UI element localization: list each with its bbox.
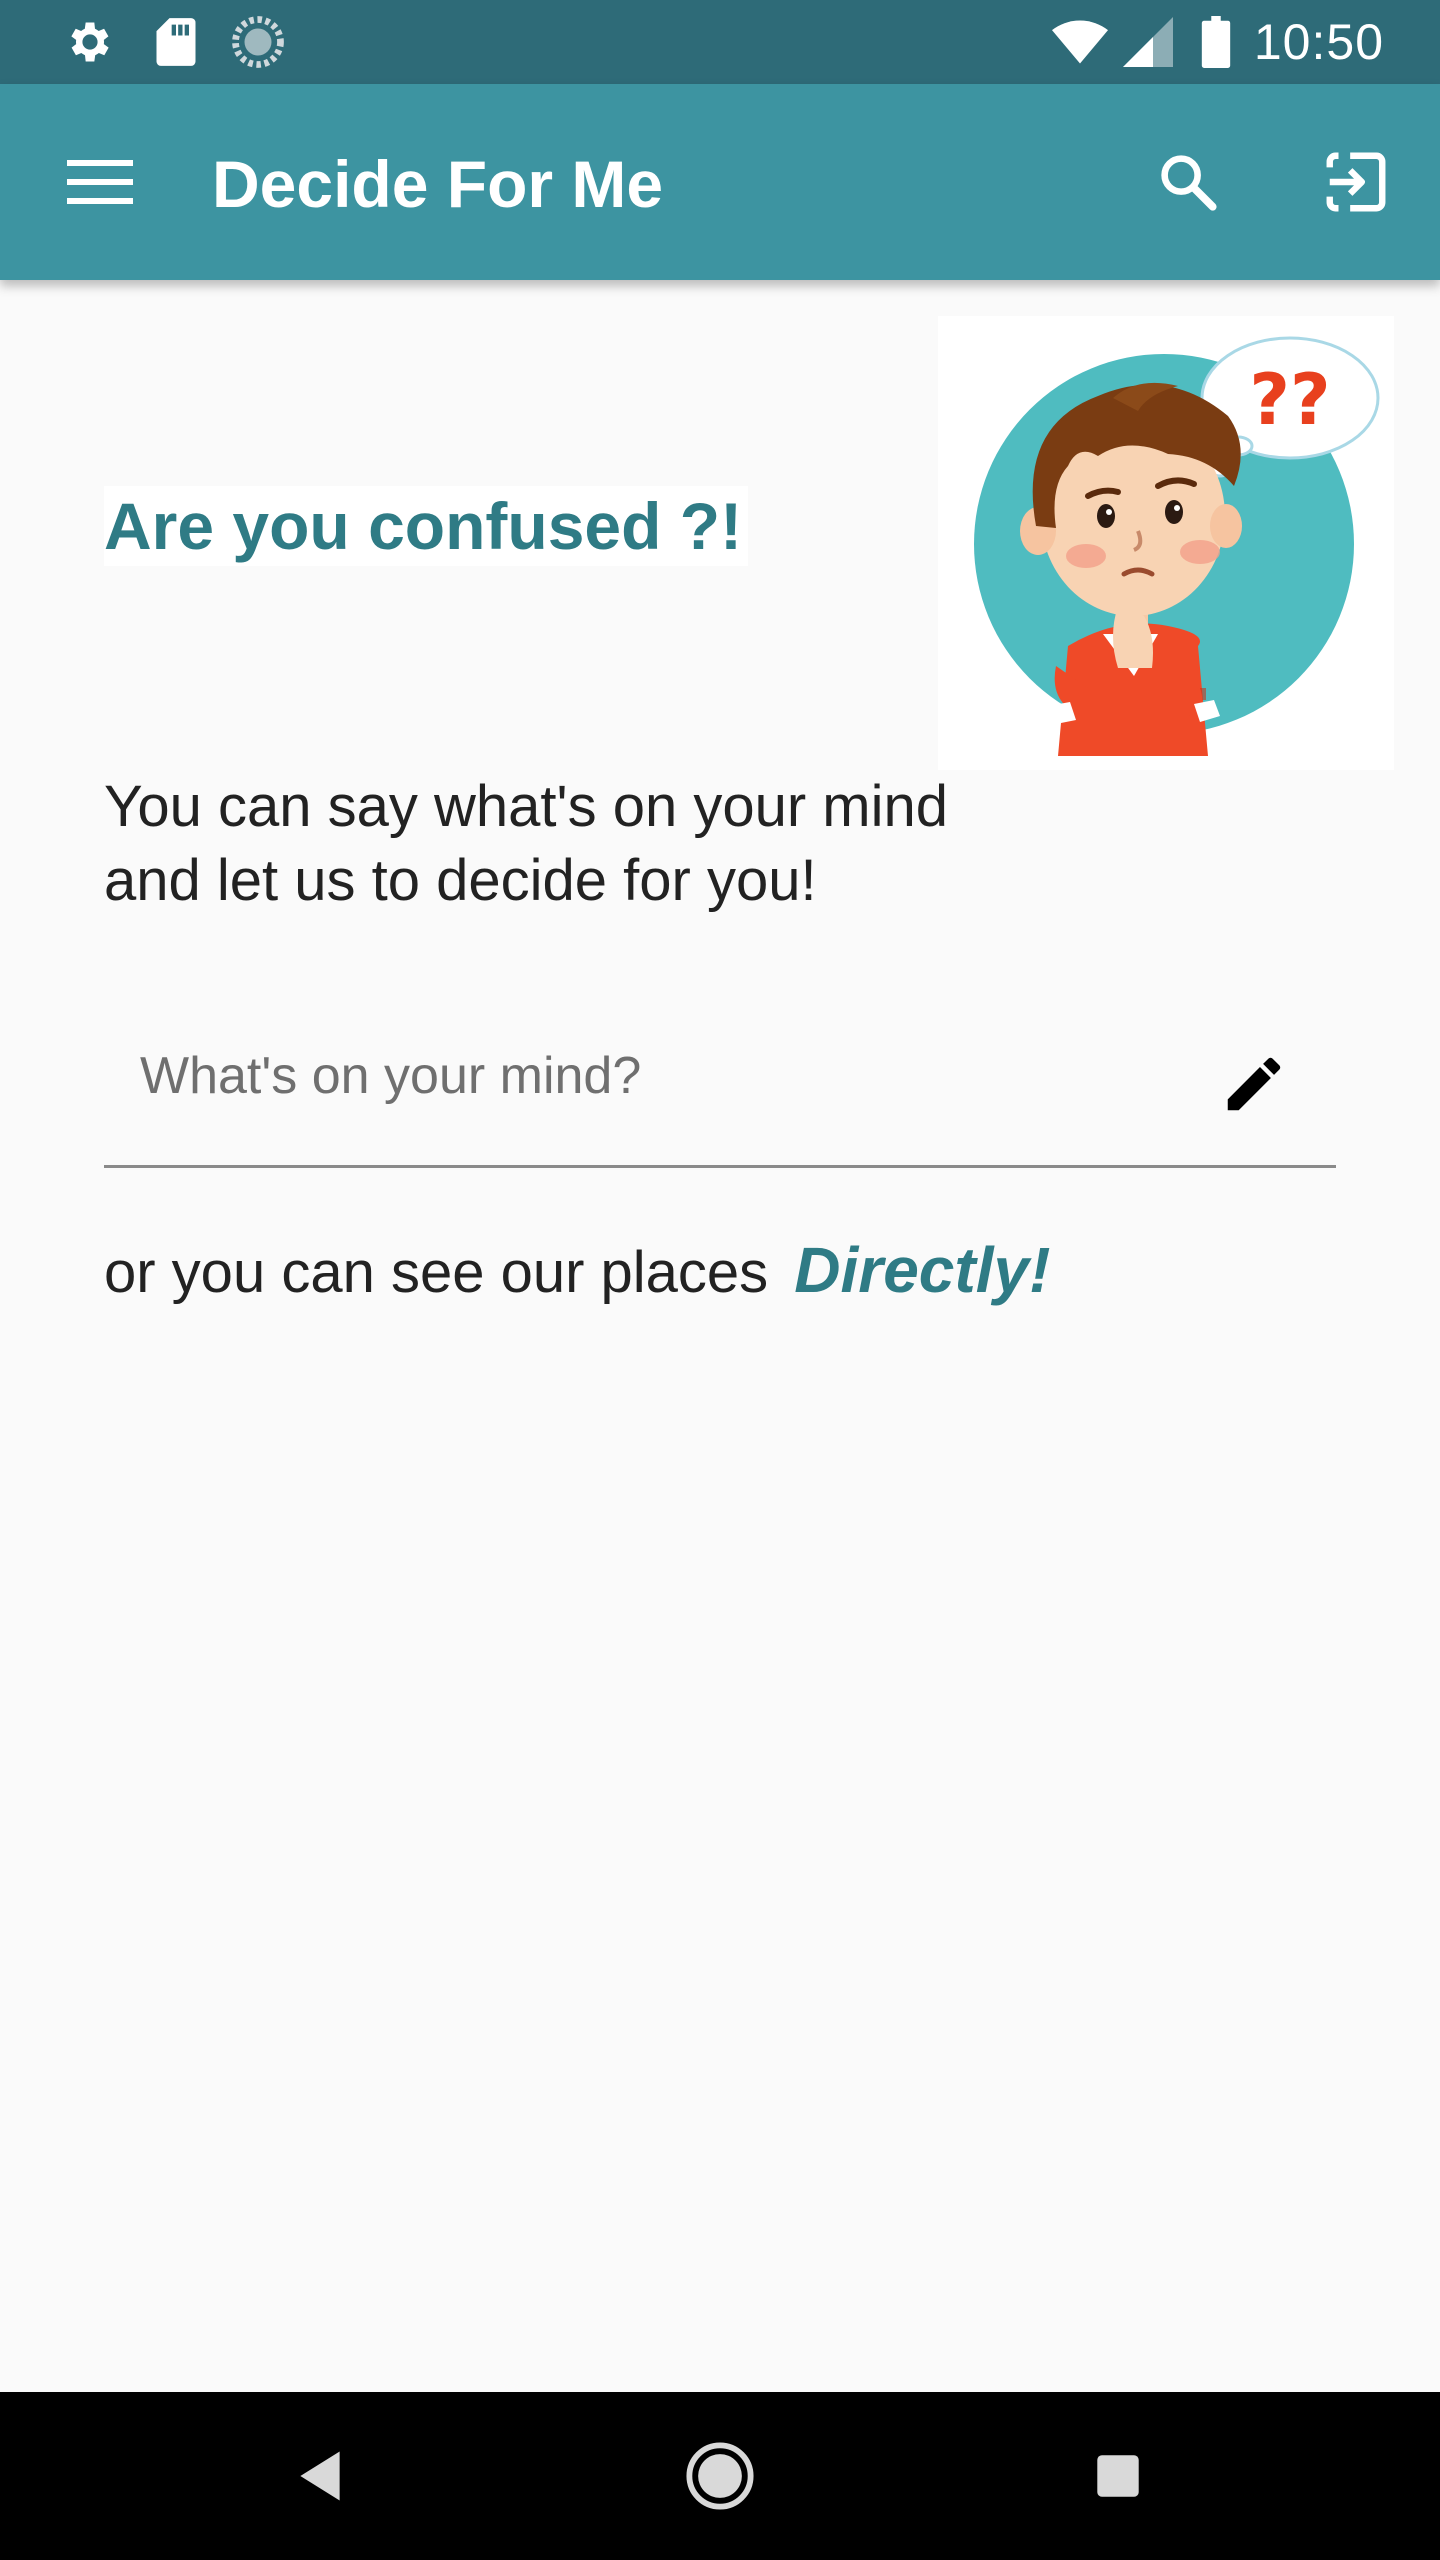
home-button[interactable]: [670, 2426, 770, 2526]
navigation-bar: [0, 2392, 1440, 2560]
mind-text-field: [104, 1020, 1336, 1168]
mind-input[interactable]: [104, 1020, 1184, 1132]
home-icon: [686, 2442, 754, 2510]
headline: Are you confused ?!: [104, 486, 749, 566]
status-clock: 10:50: [1253, 14, 1384, 70]
pencil-icon: [1227, 1057, 1281, 1111]
search-button[interactable]: [1140, 134, 1236, 230]
sd-card-icon: [148, 14, 204, 70]
app-bar: Decide For Me: [0, 84, 1440, 280]
search-icon: [1161, 155, 1217, 211]
hamburger-menu-icon: [67, 160, 133, 204]
back-button[interactable]: [270, 2426, 370, 2526]
wifi-icon: [1052, 14, 1108, 70]
cell-signal-icon: [1120, 14, 1176, 70]
logout-icon: [1326, 152, 1386, 212]
battery-icon: [1188, 14, 1244, 70]
back-icon: [300, 2451, 340, 2501]
directly-link[interactable]: Directly!: [794, 1234, 1050, 1306]
confused-boy-illustration: ??: [938, 316, 1394, 770]
recents-icon: [1097, 2455, 1139, 2497]
bubble-question-marks: ??: [1249, 359, 1330, 441]
status-bar: 10:50: [0, 0, 1440, 84]
logout-button[interactable]: [1308, 134, 1404, 230]
screen: 10:50 Decide For Me Are you confused ?!: [0, 0, 1440, 2560]
intro-text: You can say what's on your mind and let …: [104, 770, 1104, 918]
intro-line-1: You can say what's on your mind: [104, 774, 948, 839]
recents-button[interactable]: [1068, 2426, 1168, 2526]
places-text: or you can see our places: [104, 1240, 769, 1305]
places-line: or you can see our places Directly!: [104, 1228, 1050, 1312]
edit-button[interactable]: [1204, 1034, 1304, 1134]
settings-icon: [62, 14, 118, 70]
app-title: Decide For Me: [212, 147, 664, 221]
sync-icon: [230, 14, 286, 70]
menu-button[interactable]: [52, 134, 148, 230]
intro-line-2: and let us to decide for you!: [104, 848, 817, 913]
